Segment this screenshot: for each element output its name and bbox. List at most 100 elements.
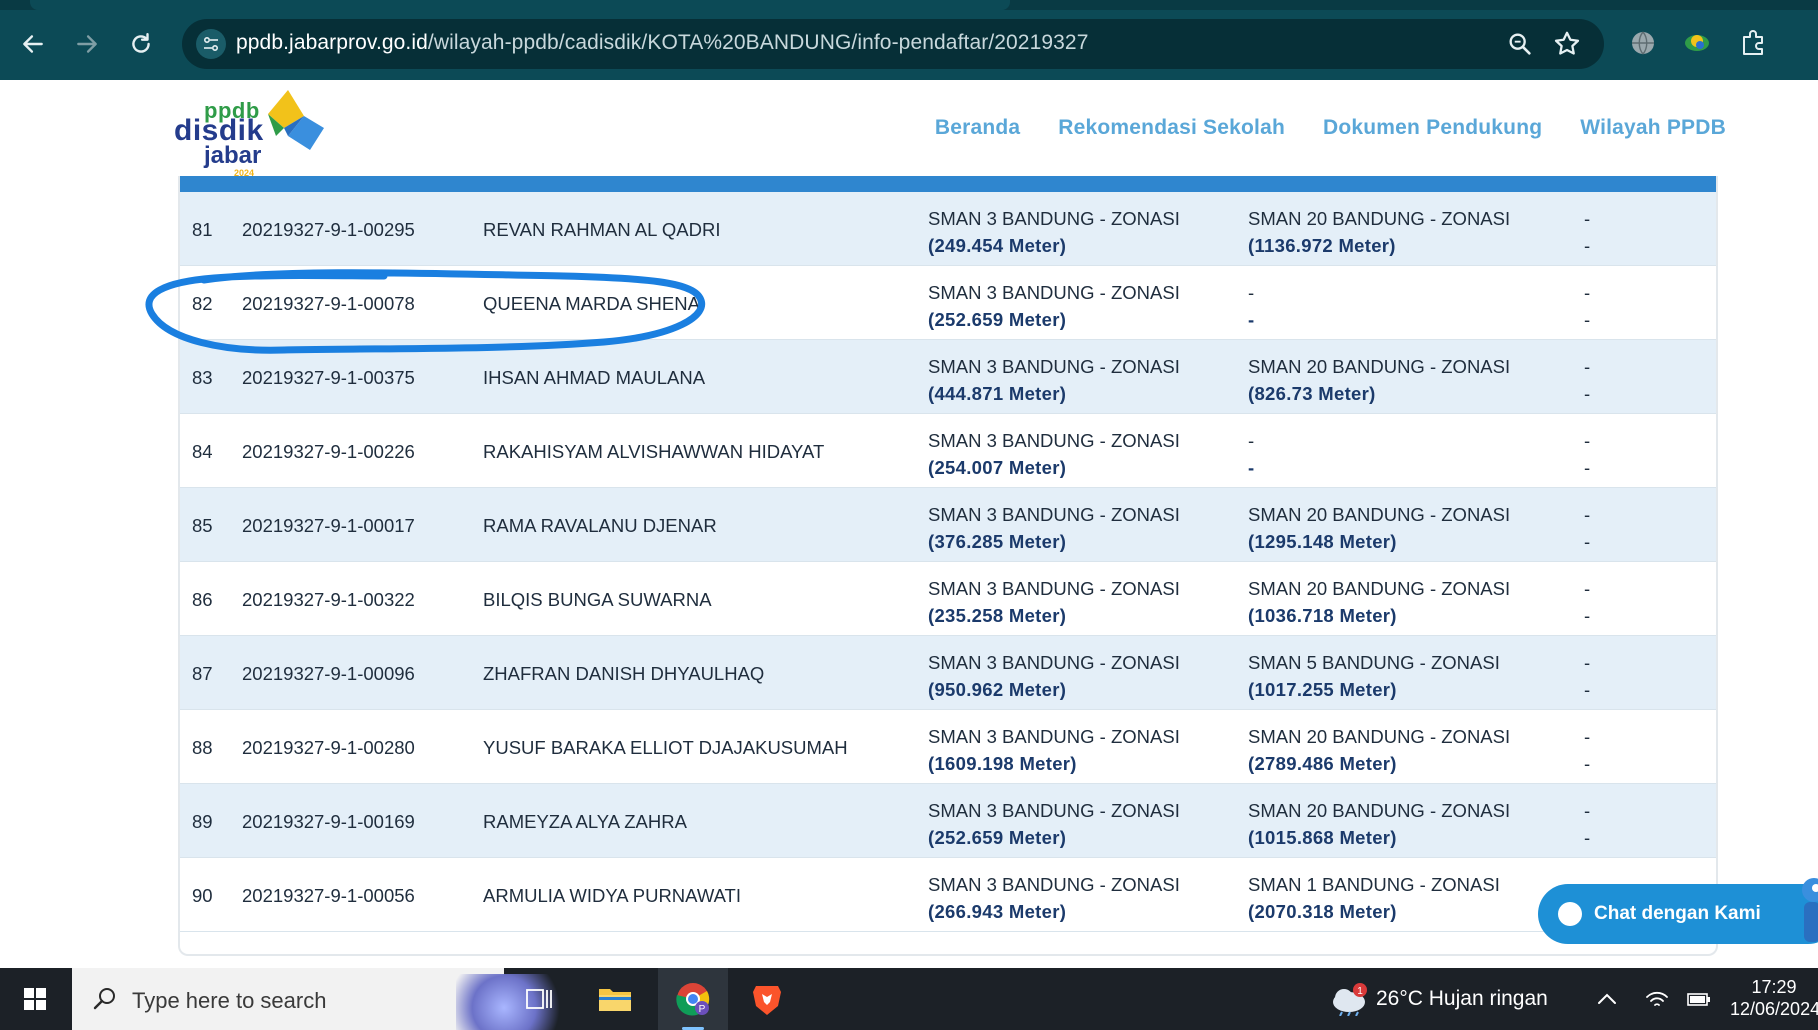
table-row: 81 20219327-9-1-00295 REVAN RAHMAN AL QADR… [180,192,1716,266]
brave-button[interactable] [732,968,802,1030]
choice-2-distance: - [1248,309,1255,330]
choice-3-school: - [1584,726,1591,747]
table-row: 82 20219327-9-1-00078 QUEENA MARDA SHENA SM… [180,266,1716,340]
table-header-bar [180,176,1716,192]
registrant-name: QUEENA MARDA SHENA [483,293,700,314]
registrant-name: ARMULIA WIDYA PURNAWATI [483,885,741,906]
forward-button[interactable] [68,25,106,63]
arrow-left-icon [23,35,43,53]
table-row: 86 20219327-9-1-00322 BILQIS BUNGA SUWARNA… [180,562,1716,636]
taskbar-search-box[interactable]: Type here to search [72,968,576,1030]
nav-beranda[interactable]: Beranda [935,116,1020,140]
taskbar: Type here to search P 1 26°C Hujan ringa… [0,968,1818,1030]
bookmark-star-icon[interactable] [1552,29,1582,59]
url-host: ppdb.jabarprov.go.id [236,31,428,54]
choice-1-school: SMAN 3 BANDUNG - ZONASI [928,578,1180,599]
brave-lion-icon [753,986,781,1015]
url-path: /wilayah-ppdb/cadisdik/KOTA%20BANDUNG/in… [427,31,1089,54]
system-clock[interactable]: 17:29 12/06/2024 [1730,976,1818,1020]
registration-id: 20219327-9-1-00280 [242,737,415,758]
choice-1-school: SMAN 3 BANDUNG - ZONASI [928,800,1180,821]
battery-icon[interactable] [1686,988,1712,1010]
registrant-name: IHSAN AHMAD MAULANA [483,367,706,388]
choice-3-distance: - [1584,605,1591,626]
browser-toolbar: ppdb.jabarprov.go.id/wilayah-ppdb/cadisd… [0,0,1818,80]
choice-2: SMAN 5 BANDUNG - ZONASI (1017.255 Meter) [1248,649,1500,703]
weather-badge-count: 1 [1357,986,1363,997]
choice-1-distance: (254.007 Meter) [928,457,1067,478]
chat-bubble-icon [1558,902,1582,926]
nav-rekomendasi-sekolah[interactable]: Rekomendasi Sekolah [1058,116,1285,140]
mascot-icon[interactable] [1790,868,1818,958]
wifi-icon[interactable] [1644,988,1670,1010]
weather-text[interactable]: 26°C Hujan ringan [1376,987,1548,1011]
choice-1: SMAN 3 BANDUNG - ZONASI (376.285 Meter) [928,501,1180,555]
choice-2-school: SMAN 20 BANDUNG - ZONASI [1248,726,1511,747]
registration-id: 20219327-9-1-00295 [242,219,415,240]
start-button[interactable] [0,968,70,1030]
table-row: 90 20219327-9-1-00056 ARMULIA WIDYA PURNAW… [180,858,1716,932]
choice-2-school: - [1248,430,1255,451]
choice-1-distance: (249.454 Meter) [928,235,1067,256]
url-text[interactable]: ppdb.jabarprov.go.id/wilayah-ppdb/cadisd… [236,31,1089,55]
choice-3: -- [1584,353,1590,407]
folder-icon [599,989,631,1011]
registrant-name: YUSUF BARAKA ELLIOT DJAJAKUSUMAH [483,737,848,758]
vpn-extension-icon[interactable] [1682,28,1712,58]
choice-3-school: - [1584,504,1591,525]
choice-3-school: - [1584,356,1591,377]
choice-2-distance: (2070.318 Meter) [1248,901,1397,922]
logo-text-jabar: jabar [204,142,262,169]
choice-2: -- [1248,279,1254,333]
choice-1: SMAN 3 BANDUNG - ZONASI (252.659 Meter) [928,279,1180,333]
registrant-table: 81 20219327-9-1-00295 REVAN RAHMAN AL QADR… [178,176,1718,956]
choice-2: SMAN 20 BANDUNG - ZONASI (826.73 Meter) [1248,353,1510,407]
active-tab[interactable] [30,0,1010,10]
choice-3: -- [1584,575,1590,629]
registration-id: 20219327-9-1-00017 [242,515,415,536]
choice-1-distance: (444.871 Meter) [928,383,1067,404]
choice-3: -- [1584,205,1590,259]
choice-1-distance: (376.285 Meter) [928,531,1067,552]
address-bar[interactable]: ppdb.jabarprov.go.id/wilayah-ppdb/cadisd… [182,19,1604,69]
choice-2: -- [1248,427,1254,481]
table-row: 87 20219327-9-1-00096 ZHAFRAN DANISH DHYAU… [180,636,1716,710]
row-number: 82 [192,293,213,314]
reload-icon [132,33,150,53]
extensions-puzzle-icon[interactable] [1738,28,1768,58]
ppdb-logo[interactable]: ppdb disdik jabar 2024 [174,88,324,178]
file-explorer-button[interactable] [580,968,650,1030]
site-info-button[interactable] [196,29,226,59]
choice-1: SMAN 3 BANDUNG - ZONASI (235.258 Meter) [928,575,1180,629]
registration-id: 20219327-9-1-00056 [242,885,415,906]
globe-extension-icon[interactable] [1628,28,1658,58]
choice-3-school: - [1584,800,1591,821]
registrant-name: RAMEYZA ALYA ZAHRA [483,811,687,832]
registrant-name: REVAN RAHMAN AL QADRI [483,219,721,240]
chevron-up-icon[interactable] [1594,988,1620,1010]
weather-rain-icon[interactable]: 1 [1330,982,1368,1016]
back-button[interactable] [14,25,52,63]
choice-2-school: SMAN 20 BANDUNG - ZONASI [1248,578,1511,599]
nav-wilayah-ppdb[interactable]: Wilayah PPDB [1580,116,1726,140]
nav-dokumen-pendukung[interactable]: Dokumen Pendukung [1323,116,1542,140]
choice-3-distance: - [1584,309,1591,330]
row-number: 90 [192,885,213,906]
choice-2-distance: (2789.486 Meter) [1248,753,1397,774]
registrant-name: RAKAHISYAM ALVISHAWWAN HIDAYAT [483,441,825,462]
choice-1: SMAN 3 BANDUNG - ZONASI (1609.198 Meter) [928,723,1180,777]
choice-3-distance: - [1584,383,1591,404]
choice-3-distance: - [1584,531,1591,552]
registrant-name: BILQIS BUNGA SUWARNA [483,589,712,610]
choice-3-distance: - [1584,235,1591,256]
reload-button[interactable] [122,25,160,63]
chrome-button[interactable]: P [658,968,728,1030]
registrant-name: ZHAFRAN DANISH DHYAULHAQ [483,663,765,684]
task-view-button[interactable] [504,968,574,1030]
choice-1: SMAN 3 BANDUNG - ZONASI (254.007 Meter) [928,427,1180,481]
zoom-icon[interactable] [1506,30,1534,58]
chat-button[interactable]: Chat dengan Kami [1538,884,1818,944]
row-number: 86 [192,589,213,610]
row-number: 85 [192,515,213,536]
choice-3: -- [1584,649,1590,703]
